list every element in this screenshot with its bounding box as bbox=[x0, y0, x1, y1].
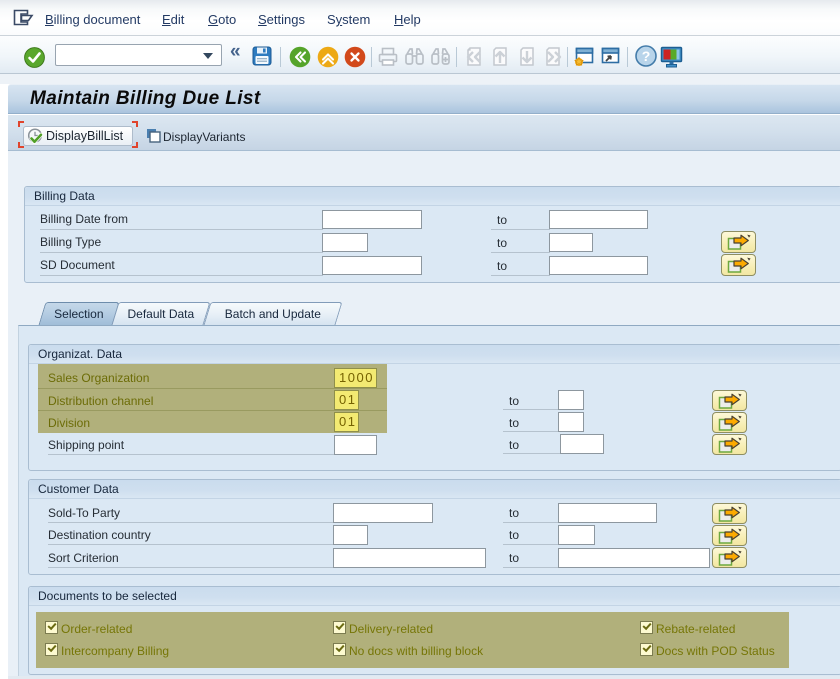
svg-text:?: ? bbox=[642, 48, 651, 64]
